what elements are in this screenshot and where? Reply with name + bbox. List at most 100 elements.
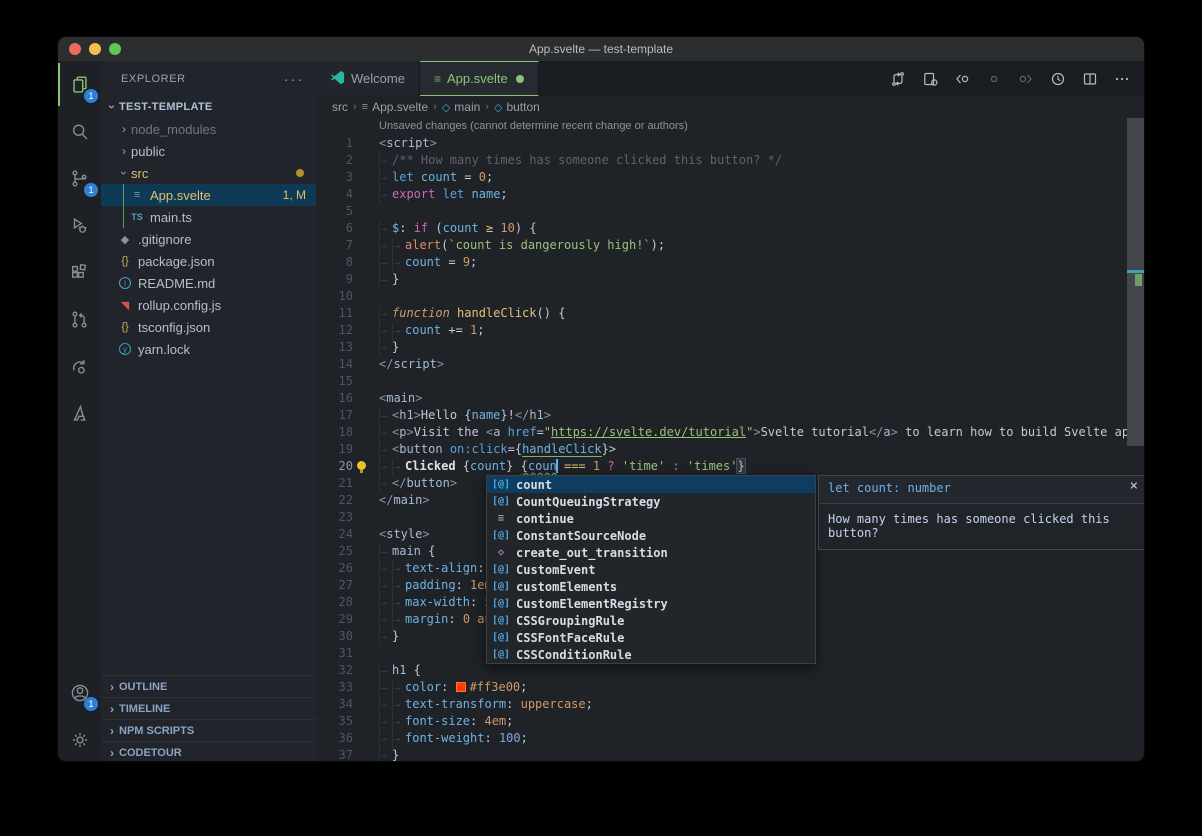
lightbulb-icon[interactable] — [357, 461, 366, 470]
code-line-4[interactable]: 4→export let name; — [316, 186, 1144, 203]
gutter[interactable]: 4 — [316, 186, 379, 203]
code-line-3[interactable]: 3→let count = 0; — [316, 169, 1144, 186]
activity-item-explorer[interactable]: 1 — [58, 61, 101, 108]
breadcrumb-item-app-svelte[interactable]: ≡App.svelte — [362, 100, 428, 114]
gutter[interactable]: 21 — [316, 475, 379, 492]
activity-item-accounts[interactable]: 1 — [58, 669, 101, 716]
tree-item-README.md[interactable]: iREADME.md — [101, 272, 316, 294]
code-line-19[interactable]: 19→<button on:click={handleClick}> — [316, 441, 1144, 458]
previous-change-icon[interactable] — [954, 71, 970, 87]
section-timeline[interactable]: ›TIMELINE — [101, 697, 316, 719]
gutter[interactable]: 36 — [316, 730, 379, 747]
code-line-16[interactable]: 16<main> — [316, 390, 1144, 407]
gutter[interactable]: 34 — [316, 696, 379, 713]
code-line-32[interactable]: 32→h1 { — [316, 662, 1144, 679]
activity-item-live-share[interactable] — [58, 343, 101, 390]
code-line-10[interactable]: 10 — [316, 288, 1144, 305]
zoom-button[interactable] — [109, 43, 121, 55]
section-outline[interactable]: ›OUTLINE — [101, 675, 316, 697]
tree-item-package.json[interactable]: {}package.json — [101, 250, 316, 272]
more-actions-icon[interactable] — [1114, 71, 1130, 87]
code-line-36[interactable]: 36→→font-weight: 100; — [316, 730, 1144, 747]
suggest-item-CSSGroupingRule[interactable]: [@]CSSGroupingRule — [487, 612, 815, 629]
suggest-item-CustomEvent[interactable]: [@]CustomEvent — [487, 561, 815, 578]
tree-item-src[interactable]: ›src — [101, 162, 316, 184]
gutter[interactable]: 31 — [316, 645, 379, 662]
suggest-item-CustomElementRegistry[interactable]: [@]CustomElementRegistry — [487, 595, 815, 612]
current-change-icon[interactable] — [986, 71, 1002, 87]
code-line-11[interactable]: 11→function handleClick() { — [316, 305, 1144, 322]
activity-item-source-control[interactable]: 1 — [58, 155, 101, 202]
gutter[interactable]: 5 — [316, 203, 379, 220]
editor-scrollbar[interactable] — [1127, 118, 1144, 446]
gutter[interactable]: 9 — [316, 271, 379, 288]
activity-item-run-and-debug[interactable] — [58, 202, 101, 249]
gutter[interactable]: 30 — [316, 628, 379, 645]
code-line-34[interactable]: 34→→text-transform: uppercase; — [316, 696, 1144, 713]
gutter[interactable]: 6 — [316, 220, 379, 237]
gutter[interactable]: 19 — [316, 441, 379, 458]
more-actions-icon[interactable]: ··· — [284, 71, 304, 87]
suggest-item-create_out_transition[interactable]: ◇create_out_transition — [487, 544, 815, 561]
tab-app-svelte[interactable]: ≡App.svelte — [420, 61, 539, 96]
breadcrumb-item-src[interactable]: src — [332, 100, 348, 114]
gutter[interactable]: 11 — [316, 305, 379, 322]
code-line-9[interactable]: 9→} — [316, 271, 1144, 288]
activity-item-github-pull-requests[interactable] — [58, 296, 101, 343]
gutter[interactable]: 12 — [316, 322, 379, 339]
tree-item-.gitignore[interactable]: ◆.gitignore — [101, 228, 316, 250]
minimize-button[interactable] — [89, 43, 101, 55]
gutter[interactable]: 32 — [316, 662, 379, 679]
gutter[interactable]: 26 — [316, 560, 379, 577]
code-line-17[interactable]: 17→<h1>Hello {name}!</h1> — [316, 407, 1144, 424]
tree-item-App.svelte[interactable]: ≡App.svelte1, M — [101, 184, 316, 206]
gutter[interactable]: 13 — [316, 339, 379, 356]
gutter[interactable]: 22 — [316, 492, 379, 509]
suggest-item-count[interactable]: [@]count — [487, 476, 815, 493]
activity-item-search[interactable] — [58, 108, 101, 155]
gutter[interactable]: 10 — [316, 288, 379, 305]
gutter[interactable]: 24 — [316, 526, 379, 543]
code-editor[interactable]: Unsaved changes (cannot determine recent… — [316, 118, 1144, 762]
code-line-33[interactable]: 33→→color: #ff3e00; — [316, 679, 1144, 696]
code-line-18[interactable]: 18→<p>Visit the <a href="https://svelte.… — [316, 424, 1144, 441]
gutter[interactable]: 18 — [316, 424, 379, 441]
code-line-6[interactable]: 6→$: if (count ≥ 10) { — [316, 220, 1144, 237]
section-codetour[interactable]: ›CODETOUR — [101, 741, 316, 762]
close-button[interactable] — [69, 43, 81, 55]
close-icon[interactable]: × — [1130, 478, 1138, 494]
split-editor-icon[interactable] — [1082, 71, 1098, 87]
code-line-1[interactable]: 1<script> — [316, 135, 1144, 152]
suggest-item-continue[interactable]: ≡continue — [487, 510, 815, 527]
gutter[interactable]: 37 — [316, 747, 379, 762]
open-changes-icon[interactable] — [922, 71, 938, 87]
activity-item-azure[interactable] — [58, 390, 101, 437]
gutter[interactable]: 14 — [316, 356, 379, 373]
code-line-15[interactable]: 15 — [316, 373, 1144, 390]
code-line-14[interactable]: 14</script> — [316, 356, 1144, 373]
code-line-12[interactable]: 12→→count += 1; — [316, 322, 1144, 339]
gutter[interactable]: 20 — [316, 458, 379, 475]
code-line-2[interactable]: 2→/** How many times has someone clicked… — [316, 152, 1144, 169]
activity-item-settings[interactable] — [58, 716, 101, 762]
gutter[interactable]: 2 — [316, 152, 379, 169]
code-line-7[interactable]: 7→→alert(`count is dangerously high!`); — [316, 237, 1144, 254]
gutter[interactable]: 25 — [316, 543, 379, 560]
next-change-icon[interactable] — [1018, 71, 1034, 87]
code-line-8[interactable]: 8→→count = 9; — [316, 254, 1144, 271]
tab-welcome[interactable]: Welcome — [316, 61, 420, 96]
gutter[interactable]: 8 — [316, 254, 379, 271]
file-history-icon[interactable] — [1050, 71, 1066, 87]
code-line-20[interactable]: 20→→Clicked {count} {coun === 1 ? 'time'… — [316, 458, 1144, 475]
suggest-item-ConstantSourceNode[interactable]: [@]ConstantSourceNode — [487, 527, 815, 544]
activity-item-extensions[interactable] — [58, 249, 101, 296]
code-line-37[interactable]: 37→} — [316, 747, 1144, 762]
gutter[interactable]: 29 — [316, 611, 379, 628]
code-line-35[interactable]: 35→→font-size: 4em; — [316, 713, 1144, 730]
suggest-item-CountQueuingStrategy[interactable]: [@]CountQueuingStrategy — [487, 493, 815, 510]
gutter[interactable]: 1 — [316, 135, 379, 152]
suggest-item-customElements[interactable]: [@]customElements — [487, 578, 815, 595]
tree-item-node_modules[interactable]: ›node_modules — [101, 118, 316, 140]
tree-item-yarn.lock[interactable]: yyarn.lock — [101, 338, 316, 360]
tree-item-public[interactable]: ›public — [101, 140, 316, 162]
